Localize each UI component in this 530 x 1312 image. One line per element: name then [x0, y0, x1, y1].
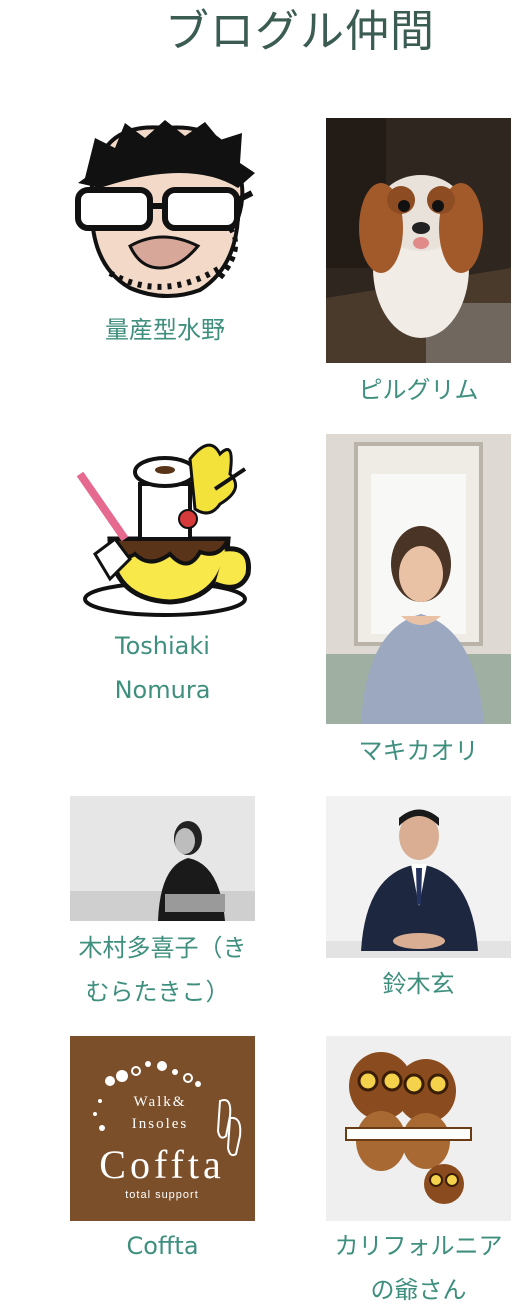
dog-photo[interactable]: [326, 118, 511, 363]
cartoon-man-avatar[interactable]: [70, 118, 255, 303]
logo-tagline-text: total support: [125, 1189, 199, 1201]
woman-portrait-photo[interactable]: [326, 434, 511, 724]
coffta-logo[interactable]: Walk& Insoles Coffta total support: [70, 1036, 255, 1221]
member-name[interactable]: Coffta: [70, 1224, 255, 1268]
member-name[interactable]: 鈴木玄: [326, 962, 511, 1006]
coffee-cup-icon[interactable]: [70, 434, 255, 619]
member-name-line[interactable]: 木村多喜子（き: [65, 926, 260, 970]
section-title: ブログル仲間: [165, 6, 435, 57]
member-name[interactable]: マキカオリ: [326, 729, 511, 773]
member-name-line[interactable]: むらたきこ）: [65, 970, 250, 1014]
logo-brand-text: Coffta: [99, 1142, 224, 1187]
member-name[interactable]: ピルグリム: [326, 368, 511, 412]
member-card-7[interactable]: Walk& Insoles Coffta total support Cofft…: [70, 1036, 260, 1271]
woman-bw-photo[interactable]: [70, 796, 255, 921]
logo-insoles-text: Insoles: [132, 1116, 189, 1132]
man-in-suit-photo[interactable]: [326, 796, 511, 958]
member-card-5[interactable]: 木村多喜子（き むらたきこ）: [70, 796, 260, 1016]
member-card-1[interactable]: 量産型水野: [70, 118, 260, 358]
member-card-3[interactable]: Toshiaki Nomura: [70, 434, 260, 714]
wooden-owls-photo[interactable]: [326, 1036, 511, 1221]
member-card-6[interactable]: 鈴木玄: [326, 796, 516, 1006]
member-name-line[interactable]: カリフォルニア: [326, 1224, 511, 1268]
member-name-line[interactable]: Nomura: [70, 668, 255, 712]
member-name-line[interactable]: Toshiaki: [70, 624, 255, 668]
member-name[interactable]: 量産型水野: [70, 308, 260, 352]
member-card-2[interactable]: ピルグリム: [326, 118, 516, 413]
member-card-8[interactable]: カリフォルニア の爺さん: [326, 1036, 526, 1312]
logo-walk-text: Walk&: [134, 1094, 187, 1110]
member-card-4[interactable]: マキカオリ: [326, 434, 516, 774]
member-name-line[interactable]: の爺さん: [326, 1268, 511, 1312]
